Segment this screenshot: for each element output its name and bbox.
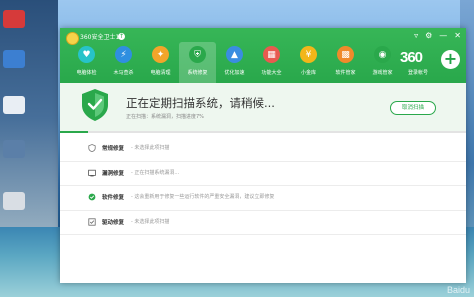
scan-header: 正在定期扫描系统，请稍候... 正在扫描：系统漏洞，扫描进度7% 取消扫描: [60, 83, 466, 131]
nav-item-label: 电脑清理: [150, 70, 171, 76]
close-button[interactable]: ✕: [454, 30, 461, 42]
software-repair-icon: [88, 193, 96, 201]
scan-title: 正在定期扫描系统，请稍候...: [126, 96, 275, 110]
login-link[interactable]: 登录帐号: [400, 69, 436, 76]
add-button[interactable]: +: [441, 50, 460, 69]
routine-repair-icon: [88, 144, 96, 152]
brand-area[interactable]: 360 登录帐号: [400, 49, 436, 77]
cleanup-icon: ✦: [152, 46, 169, 63]
skin-menu-icon[interactable]: ▿: [414, 30, 418, 42]
scan-progress-fill: [60, 131, 89, 133]
vulnerability-repair-icon: [88, 169, 96, 176]
cancel-scan-button[interactable]: 取消扫描: [390, 101, 436, 115]
desktop-icon[interactable]: [3, 50, 25, 68]
feature-list-icon: ▦: [263, 46, 280, 63]
software-manager-icon: ▩: [337, 46, 354, 63]
nav-item-label: 木马查杀: [113, 70, 134, 76]
desktop-icon[interactable]: [3, 192, 25, 210]
game-manager-icon: ◉: [374, 46, 391, 63]
check-name: 软件修复: [102, 195, 125, 201]
list-item[interactable]: 软件修复 - 这会重新用于修复一些运行软件的严重安全漏洞，建议立即修复: [60, 186, 466, 211]
desktop-icon[interactable]: [3, 96, 25, 114]
nav-item-label: 功能大全: [261, 70, 282, 76]
health-check-icon: ♥: [78, 46, 95, 63]
scan-progress-bar: [60, 131, 466, 133]
check-desc: - 正在扫描系统漏洞...: [131, 169, 180, 176]
check-name: 驱动修复: [102, 219, 125, 226]
watermark: Baidu: [446, 285, 470, 295]
nav-item-label: 优化加速: [224, 70, 245, 76]
scan-status: 正在扫描：系统漏洞，扫描进度7%: [126, 114, 204, 120]
list-item[interactable]: 驱动修复 - 未选择此项扫描: [60, 211, 466, 235]
check-desc: - 未选择此项扫描: [131, 218, 170, 225]
app-window: 360安全卫士11 ↑ ▿ ⚙ — ✕ ♥ 电脑体检 ⚡ 木马查杀 ✦ 电脑清理 ⛨ 系统修复…: [60, 28, 466, 283]
nav-item-label: 系统修复: [187, 70, 208, 76]
check-name: 漏洞修复: [102, 170, 125, 177]
treasury-icon: ¥: [300, 46, 317, 63]
list-item[interactable]: 常规修复 - 未选择此项扫描: [60, 137, 466, 162]
minimize-button[interactable]: —: [439, 30, 447, 42]
upgrade-arrow-icon[interactable]: ↑: [118, 33, 125, 40]
settings-icon[interactable]: ⚙: [425, 30, 432, 42]
check-desc: - 未选择此项扫描: [131, 145, 170, 151]
desktop-icon[interactable]: [3, 140, 25, 158]
nav-item-label: 游戏管家: [372, 70, 393, 76]
desktop-icon[interactable]: [3, 10, 25, 28]
list-item[interactable]: 漏洞修复 - 正在扫描系统漏洞...: [60, 162, 466, 186]
nav-item-label: 软件管家: [335, 70, 356, 76]
speedup-icon: ▲: [226, 46, 243, 63]
window-controls: ▿ ⚙ — ✕: [414, 30, 461, 42]
nav-item-label: 小金库: [300, 70, 316, 76]
check-desc: - 这会重新用于修复一些运行软件的严重安全漏洞，建议立即修复: [131, 194, 275, 200]
repair-check-list: 常规修复 - 未选择此项扫描 漏洞修复 - 正在扫描系统漏洞... 软件修复 -…: [60, 137, 466, 235]
check-name: 常规修复: [102, 146, 125, 152]
trojan-kill-icon: ⚡: [115, 46, 132, 63]
system-repair-icon: ⛨: [189, 46, 206, 63]
brand-logo: 360: [400, 49, 423, 66]
driver-repair-icon: [88, 217, 96, 226]
shield-icon: [82, 89, 108, 121]
nav-item-label: 电脑体检: [76, 70, 97, 76]
